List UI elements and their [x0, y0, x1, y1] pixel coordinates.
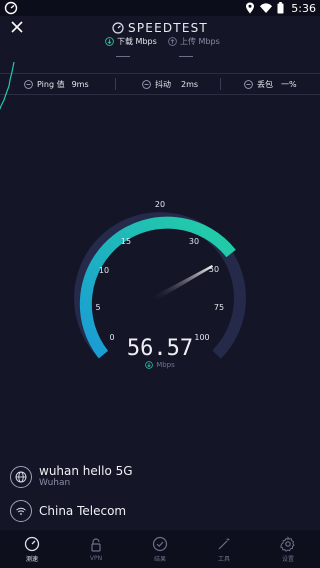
gear-icon	[280, 535, 295, 552]
speed-graph-line	[0, 62, 15, 110]
provider-name: China Telecom	[39, 504, 127, 518]
ping-icon	[24, 79, 33, 89]
gauge-tick-label: 15	[121, 237, 131, 246]
ping-info: Ping 值 9ms	[24, 74, 89, 94]
upload-label: 上传 Mbps	[180, 37, 220, 46]
server-name: wuhan hello 5G	[39, 464, 133, 478]
server-selector[interactable]: wuhan hello 5G Wuhan	[10, 464, 310, 489]
nav-label: VPN	[89, 554, 103, 562]
battery-icon	[277, 2, 284, 14]
server-text: wuhan hello 5G Wuhan	[39, 464, 133, 489]
app-logo: SPEEDTEST	[0, 20, 320, 36]
jitter-label: 抖动	[155, 79, 171, 89]
ping-value: 9ms	[71, 79, 89, 89]
gauge-tick-label: 10	[99, 266, 109, 275]
speedtest-logo-icon	[112, 22, 124, 34]
status-time: 5:36	[291, 1, 316, 15]
packet-loss-icon	[244, 79, 253, 89]
ping-label: Ping 值	[37, 79, 65, 89]
speed-value: 56.57	[126, 336, 194, 361]
gauge-tick-label: 50	[209, 265, 219, 274]
divider	[220, 78, 221, 90]
nav-label: 工具	[217, 555, 230, 563]
jitter-info: 抖动 2ms	[142, 74, 198, 94]
provider-info: China Telecom	[10, 500, 310, 522]
gauge-tick-label: 5	[95, 303, 100, 312]
jitter-icon	[142, 79, 151, 89]
wifi-icon	[260, 3, 273, 13]
nav-label: 测速	[25, 555, 38, 563]
bottom-nav: 测速 VPN 结果 工具 设置	[0, 530, 320, 568]
packet-loss-label: 丢包	[257, 79, 273, 89]
download-icon	[145, 361, 154, 369]
jitter-value: 2ms	[181, 79, 199, 89]
packet-loss-value: 一%	[281, 79, 297, 89]
lock-icon	[91, 537, 101, 552]
metric-tabs: 下载 Mbps 上传 Mbps	[0, 36, 320, 57]
speedometer-icon	[24, 536, 40, 551]
nav-settings[interactable]: 设置	[256, 530, 320, 568]
magic-wand-icon	[218, 537, 230, 549]
gauge-tick-label: 20	[155, 200, 165, 209]
gauge-tick-label: 75	[214, 303, 224, 312]
upload-metric[interactable]: 上传 Mbps	[168, 36, 220, 57]
gauge-needle	[150, 265, 213, 302]
wifi-provider-icon	[10, 500, 32, 522]
status-bar: 5:36	[0, 0, 320, 16]
provider-text: China Telecom	[39, 504, 126, 518]
download-metric[interactable]: 下载 Mbps	[105, 36, 157, 57]
speedtest-status-icon	[4, 1, 18, 15]
speed-unit-label: Mbps	[156, 361, 175, 369]
upload-dash	[179, 56, 193, 57]
nav-label: 结果	[153, 555, 166, 563]
check-circle-icon	[152, 536, 168, 551]
speed-gauge: 0 5 10 15 20 30 50 75 100	[74, 200, 246, 359]
status-right: 5:36	[245, 1, 316, 15]
speed-unit: Mbps	[0, 361, 320, 369]
nav-vpn[interactable]: VPN	[64, 530, 128, 568]
server-location: Wuhan	[39, 478, 71, 488]
download-label: 下载 Mbps	[117, 37, 157, 46]
gauge-tick-label: 30	[189, 237, 199, 246]
download-dash	[116, 56, 130, 57]
nav-results[interactable]: 结果	[128, 530, 192, 568]
upload-icon	[168, 37, 177, 46]
packet-loss-info: 丢包 一%	[244, 74, 297, 94]
app-title: SPEEDTEST	[128, 21, 208, 35]
nav-speedtest[interactable]: 测速	[0, 530, 64, 568]
location-icon	[246, 2, 255, 14]
download-icon	[105, 37, 114, 46]
server-globe-icon	[10, 465, 32, 488]
nav-tools[interactable]: 工具	[192, 530, 256, 568]
divider	[115, 78, 116, 90]
latency-info-bar: Ping 值 9ms 抖动 2ms 丢包 一%	[0, 73, 320, 95]
nav-label: 设置	[281, 555, 294, 563]
